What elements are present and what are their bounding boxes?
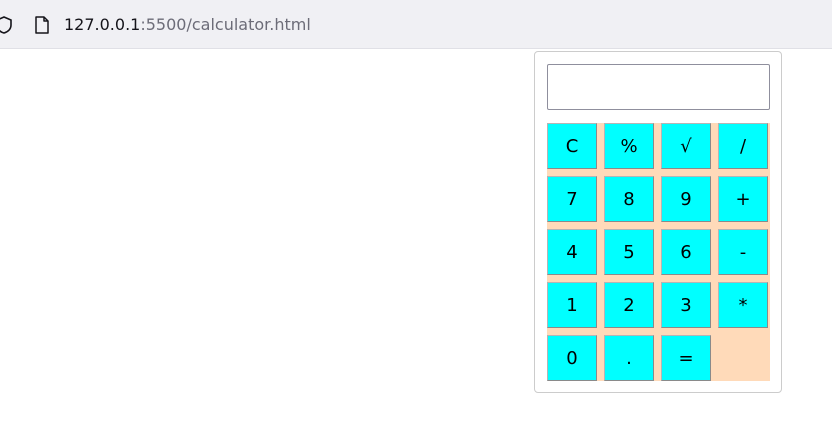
percent-button[interactable]: % [604,123,654,169]
url-path: :5500/calculator.html [140,15,311,34]
digit-7-button[interactable]: 7 [547,176,597,222]
subtract-button[interactable]: - [718,229,768,275]
url-host: 127.0.0.1 [64,15,141,34]
decimal-button[interactable]: . [604,335,654,381]
address-bar[interactable]: 127.0.0.1:5500/calculator.html [0,0,832,49]
clear-button[interactable]: C [547,123,597,169]
digit-2-button[interactable]: 2 [604,282,654,328]
page-icon [35,16,49,34]
digit-3-button[interactable]: 3 [661,282,711,328]
digit-6-button[interactable]: 6 [661,229,711,275]
shield-icon[interactable] [0,15,14,35]
digit-1-button[interactable]: 1 [547,282,597,328]
multiply-button[interactable]: * [718,282,768,328]
url-text[interactable]: 127.0.0.1:5500/calculator.html [64,15,311,35]
calculator-display[interactable] [547,64,770,110]
digit-4-button[interactable]: 4 [547,229,597,275]
equals-button[interactable]: = [661,335,711,381]
divide-button[interactable]: / [718,123,768,169]
digit-8-button[interactable]: 8 [604,176,654,222]
add-button[interactable]: + [718,176,768,222]
digit-9-button[interactable]: 9 [661,176,711,222]
square-root-button[interactable]: √ [661,123,711,169]
digit-0-button[interactable]: 0 [547,335,597,381]
digit-5-button[interactable]: 5 [604,229,654,275]
